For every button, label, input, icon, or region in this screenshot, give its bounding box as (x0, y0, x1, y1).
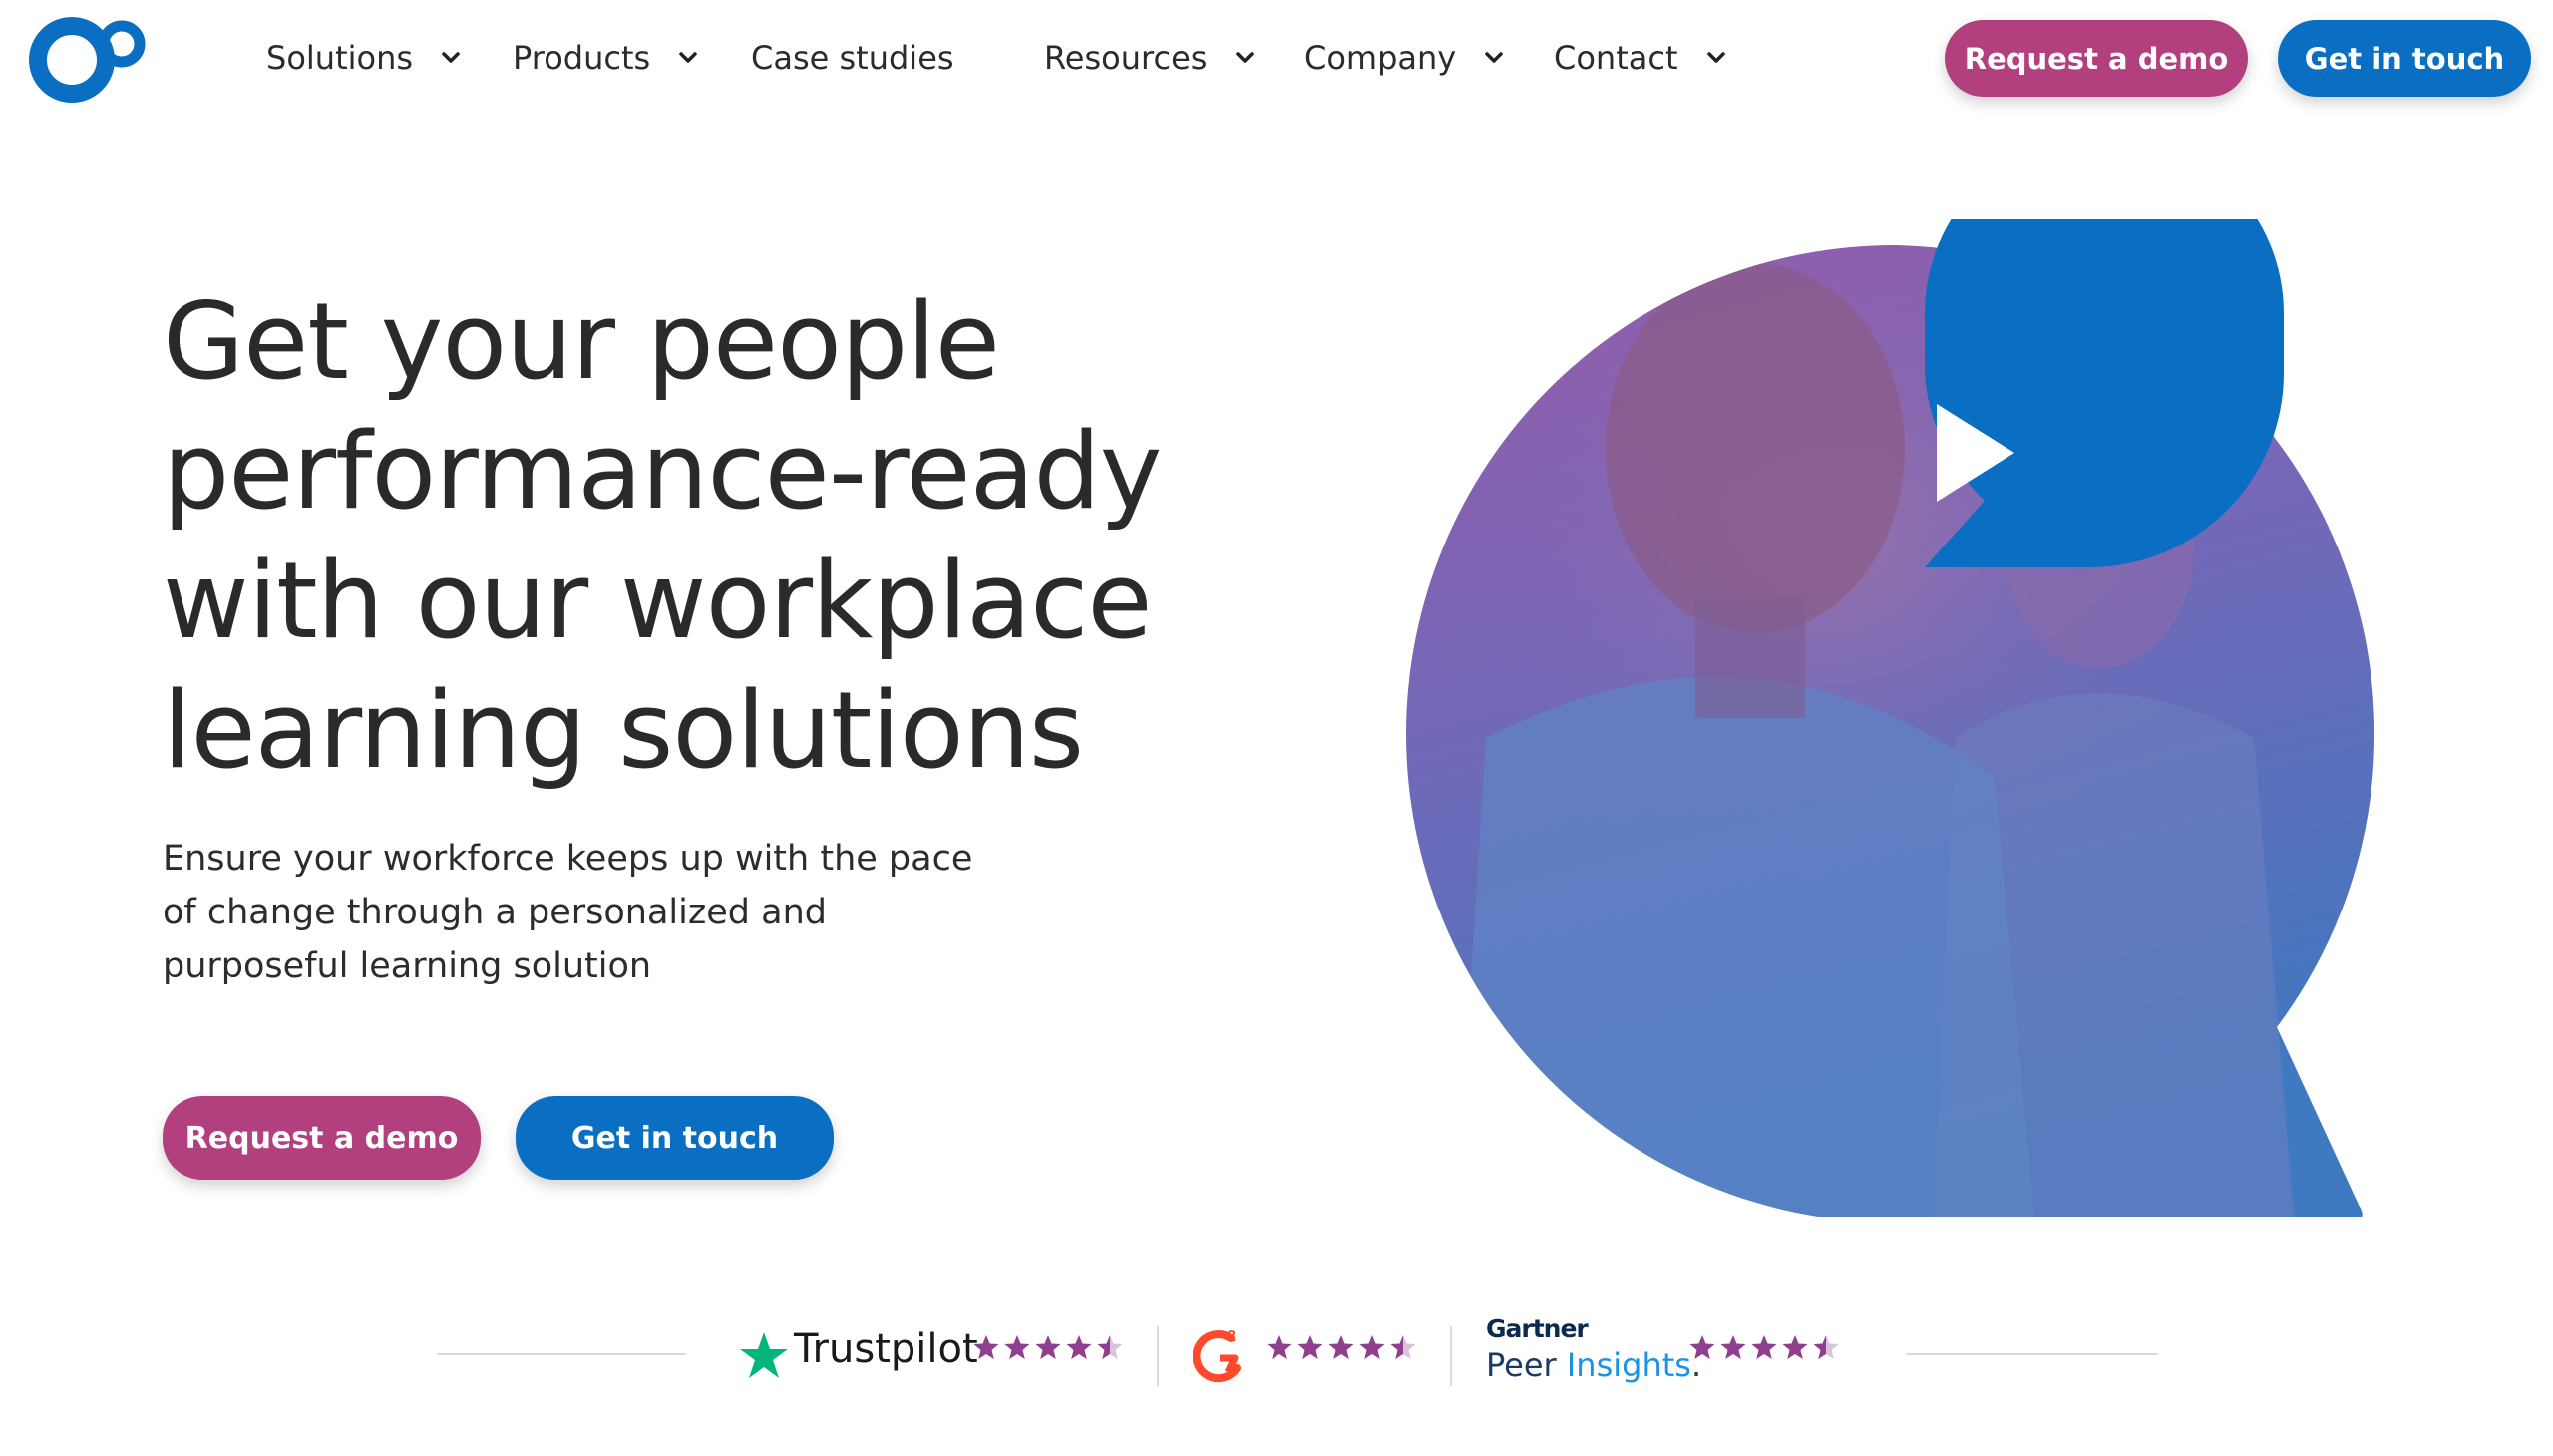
g2-rating (1267, 1334, 1416, 1374)
g2-superscript: 2 (1227, 1328, 1236, 1345)
nav-contact-label: Contact (1554, 39, 1678, 77)
hero-subtitle-line: purposeful learning solution (163, 946, 652, 986)
nav-case-studies[interactable]: Case studies (751, 34, 954, 82)
hero-subtitle-line: of change through a personalized and (163, 893, 827, 932)
nav-company[interactable]: Company (1304, 34, 1504, 82)
nav-resources[interactable]: Resources (1044, 34, 1255, 82)
trustpilot-rating (973, 1334, 1123, 1374)
nav-case-studies-label: Case studies (751, 39, 954, 77)
chevron-down-icon (442, 52, 460, 63)
star-icon (1097, 1335, 1123, 1359)
gartner-rating (1689, 1334, 1839, 1374)
hero-title-line: learning solutions (163, 669, 1084, 792)
star-icon (973, 1335, 999, 1359)
site-header: Solutions Products Case studies Resource… (0, 0, 2553, 120)
star-icon (1328, 1335, 1354, 1359)
hero-subtitle: Ensure your workforce keeps up with the … (163, 832, 980, 993)
star-icon (1267, 1335, 1292, 1359)
star-icon (1689, 1335, 1715, 1359)
star-icon (1390, 1335, 1416, 1359)
nav-products-label: Products (513, 39, 651, 77)
star-icon (1004, 1335, 1030, 1359)
star-icon (1297, 1335, 1323, 1359)
header-request-demo-button[interactable]: Request a demo (1945, 20, 2248, 97)
vertical-divider (1157, 1326, 1159, 1386)
chevron-down-icon (1485, 52, 1503, 63)
star-icon (1359, 1335, 1385, 1359)
nav-products[interactable]: Products (513, 34, 698, 82)
star-icon (1720, 1335, 1746, 1359)
logo-icon (29, 17, 146, 103)
hero-title: Get your people performance-ready with o… (163, 277, 1260, 796)
star-icon (1066, 1335, 1092, 1359)
hero-title-line: with our workplace (163, 540, 1153, 662)
g2-logo-icon: 2 (1193, 1328, 1241, 1383)
gartner-peer: Peer (1486, 1346, 1557, 1384)
nav-company-label: Company (1304, 39, 1457, 77)
divider-line (437, 1353, 686, 1355)
hero-get-in-touch-button[interactable]: Get in touch (516, 1096, 834, 1180)
hero-request-demo-button[interactable]: Request a demo (163, 1096, 481, 1180)
chevron-down-icon (1236, 52, 1255, 63)
trustpilot-star-icon (740, 1332, 788, 1378)
hero-video[interactable] (1396, 134, 2533, 1217)
company-logo[interactable] (26, 14, 150, 104)
star-icon (1813, 1335, 1839, 1359)
chevron-down-icon (679, 52, 697, 63)
hero-title-line: Get your people (163, 280, 1000, 403)
chevron-down-icon (1706, 52, 1725, 63)
nav-contact[interactable]: Contact (1554, 34, 1726, 82)
vertical-divider (1450, 1326, 1452, 1386)
ratings-bar: Trustpilot 2 Gartner Peer Insights. (0, 1296, 2553, 1416)
trustpilot-name: Trustpilot (794, 1326, 978, 1372)
divider-line (1907, 1353, 2158, 1355)
hero-subtitle-line: Ensure your workforce keeps up with the … (163, 839, 973, 879)
star-icon (1782, 1335, 1808, 1359)
gartner-insights: Insights (1566, 1346, 1691, 1384)
header-get-in-touch-button[interactable]: Get in touch (2278, 20, 2531, 97)
nav-solutions[interactable]: Solutions (266, 34, 461, 82)
hero-title-line: performance-ready (163, 410, 1163, 533)
star-icon (1035, 1335, 1061, 1359)
video-thumbnail (1406, 134, 2375, 1217)
gartner-peer-insights: Peer Insights. (1486, 1346, 1701, 1384)
nav-solutions-label: Solutions (266, 39, 414, 77)
star-icon (1751, 1335, 1777, 1359)
gartner-brand: Gartner (1486, 1314, 1589, 1343)
nav-resources-label: Resources (1044, 39, 1208, 77)
